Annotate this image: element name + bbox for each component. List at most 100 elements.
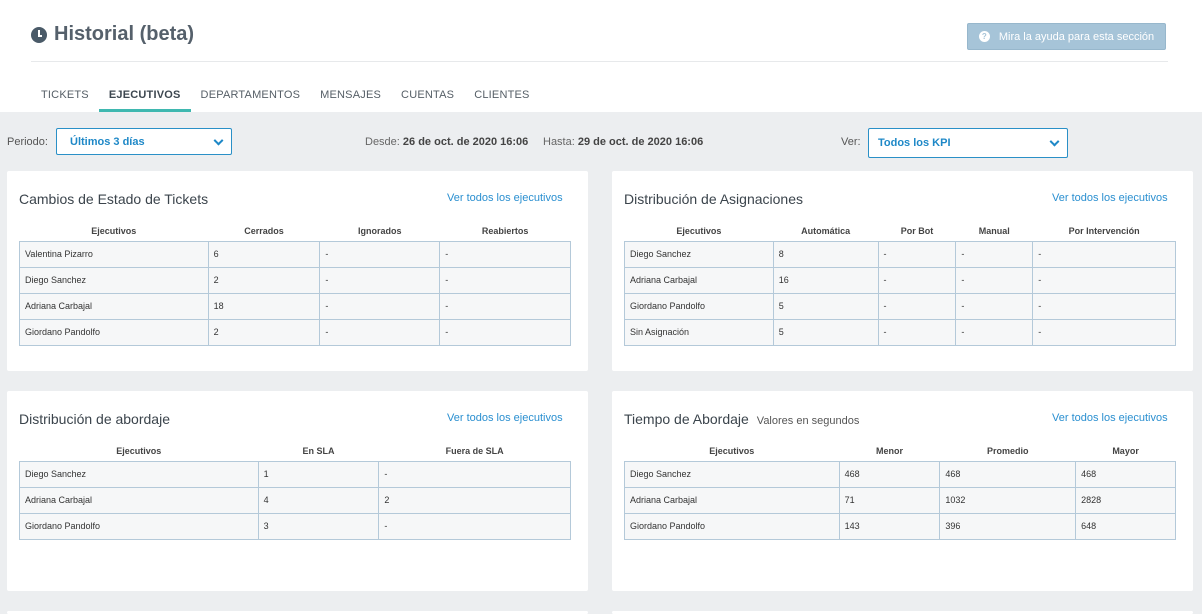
table-cell: Adriana Carbajal bbox=[624, 266, 774, 294]
table-cell: 3 bbox=[257, 512, 380, 540]
desde-label: Desde: bbox=[365, 136, 400, 148]
table-row: Diego Sanchez 1 - bbox=[19, 460, 571, 488]
column-header: Promedio bbox=[987, 445, 1029, 456]
tab-ejecutivos[interactable]: EJECUTIVOS bbox=[98, 82, 191, 112]
table-cell: Adriana Carbajal bbox=[624, 486, 840, 514]
header-divider bbox=[31, 61, 1168, 62]
table-cell: 2828 bbox=[1075, 486, 1176, 514]
table-cell: 16 bbox=[772, 266, 879, 294]
column-header: Ignorados bbox=[358, 225, 402, 236]
table-cell: 2 bbox=[207, 266, 321, 294]
periodo-select-value: Últimos 3 días bbox=[70, 135, 145, 148]
table-cell: - bbox=[955, 266, 1034, 294]
table-row: Adriana Carbajal 71 1032 2828 bbox=[624, 486, 1176, 514]
column-header: Reabiertos bbox=[481, 225, 529, 236]
card-title: Cambios de Estado de Tickets bbox=[19, 191, 209, 207]
table-cell: 71 bbox=[838, 486, 941, 514]
table-cell: 648 bbox=[1075, 512, 1176, 540]
column-header: Menor bbox=[875, 445, 903, 456]
table-row: Giordano Pandolfo 5 - - - bbox=[624, 292, 1176, 320]
kpi-select-value: Todos los KPI bbox=[878, 137, 951, 149]
table-cell: 5 bbox=[772, 292, 879, 320]
table-cell: - bbox=[319, 240, 441, 268]
table-cell: Sin Asignación bbox=[624, 318, 774, 346]
card-cambios-estado: Cambios de Estado de Tickets Ver todos l… bbox=[7, 171, 588, 371]
table-row: Adriana Carbajal 18 - - bbox=[19, 292, 571, 320]
desde-range: Desde: 26 de oct. de 2020 16:06 bbox=[365, 136, 528, 148]
abordaje-table: Ejecutivos En SLA Fuera de SLA Diego San… bbox=[19, 441, 571, 540]
table-cell: - bbox=[955, 318, 1034, 346]
tab-cuentas[interactable]: CUENTAS bbox=[391, 82, 464, 112]
tab-mensajes[interactable]: MENSAJES bbox=[310, 82, 391, 112]
column-header: Por Bot bbox=[900, 225, 934, 236]
table-row: Adriana Carbajal 16 - - - bbox=[624, 266, 1176, 294]
table-cell: Diego Sanchez bbox=[19, 266, 209, 294]
asignaciones-table: Ejecutivos Automática Por Bot Manual Por… bbox=[624, 221, 1176, 346]
table-row: Diego Sanchez 8 - - - bbox=[624, 240, 1176, 268]
chevron-down-icon bbox=[213, 135, 224, 146]
table-cell: - bbox=[319, 266, 441, 294]
table-cell: 143 bbox=[838, 512, 941, 540]
tab-bar: TICKETS EJECUTIVOS DEPARTAMENTOS MENSAJE… bbox=[31, 82, 540, 112]
table-row: Giordano Pandolfo 143 396 648 bbox=[624, 512, 1176, 540]
table-row: Valentina Pizarro 6 - - bbox=[19, 240, 571, 268]
table-row: Diego Sanchez 2 - - bbox=[19, 266, 571, 294]
card-title: Distribución de Asignaciones bbox=[624, 191, 803, 207]
help-button-label: Mira la ayuda para esta sección bbox=[998, 30, 1155, 43]
table-cell: Adriana Carbajal bbox=[19, 486, 259, 514]
column-header: Ejecutivos bbox=[91, 225, 137, 236]
table-cell: 468 bbox=[939, 460, 1077, 488]
tab-tickets[interactable]: TICKETS bbox=[31, 82, 99, 112]
card-title: Distribución de abordaje bbox=[19, 411, 170, 427]
table-cell: - bbox=[955, 292, 1034, 320]
table-cell: - bbox=[1032, 318, 1176, 346]
card-distribucion-asignaciones: Distribución de Asignaciones Ver todos l… bbox=[612, 171, 1193, 371]
column-header: En SLA bbox=[302, 445, 335, 456]
table-cell: - bbox=[378, 460, 571, 488]
estado-table: Ejecutivos Cerrados Ignorados Reabiertos… bbox=[19, 221, 571, 346]
column-header: Por Intervención bbox=[1068, 225, 1140, 236]
table-row: Sin Asignación 5 - - - bbox=[624, 318, 1176, 346]
periodo-select[interactable]: Últimos 3 días bbox=[56, 128, 232, 155]
table-cell: - bbox=[439, 240, 571, 268]
table-row: Giordano Pandolfo 3 - bbox=[19, 512, 571, 540]
kpi-select[interactable]: Todos los KPI bbox=[868, 128, 1068, 158]
ver-todos-link[interactable]: Ver todos los ejecutivos bbox=[447, 412, 563, 424]
table-cell: - bbox=[439, 318, 571, 346]
table-cell: Giordano Pandolfo bbox=[624, 512, 840, 540]
table-cell: Giordano Pandolfo bbox=[19, 318, 209, 346]
help-button[interactable]: ? Mira la ayuda para esta sección bbox=[967, 23, 1166, 50]
card-subtitle: Valores en segundos bbox=[756, 415, 860, 427]
table-cell: 4 bbox=[257, 486, 380, 514]
table-cell: - bbox=[439, 266, 571, 294]
table-cell: 8 bbox=[772, 240, 879, 268]
table-cell: 5 bbox=[772, 318, 879, 346]
column-header: Ejecutivos bbox=[116, 445, 162, 456]
table-cell: - bbox=[319, 318, 441, 346]
table-cell: 468 bbox=[838, 460, 941, 488]
table-cell: - bbox=[877, 240, 957, 268]
table-cell: 2 bbox=[207, 318, 321, 346]
tab-clientes[interactable]: CLIENTES bbox=[464, 82, 539, 112]
page-header: Historial (beta) ? Mira la ayuda para es… bbox=[0, 0, 1202, 112]
table-row: Diego Sanchez 468 468 468 bbox=[624, 460, 1176, 488]
table-cell: 2 bbox=[378, 486, 571, 514]
tab-departamentos[interactable]: DEPARTAMENTOS bbox=[191, 82, 311, 112]
ver-todos-link[interactable]: Ver todos los ejecutivos bbox=[1052, 192, 1168, 204]
desde-value: 26 de oct. de 2020 16:06 bbox=[402, 136, 529, 148]
ver-todos-link[interactable]: Ver todos los ejecutivos bbox=[1052, 412, 1168, 424]
table-cell: - bbox=[1032, 240, 1176, 268]
title-block: Historial (beta) bbox=[31, 23, 194, 46]
question-icon: ? bbox=[978, 31, 990, 42]
table-cell: 396 bbox=[939, 512, 1077, 540]
table-cell: 468 bbox=[1075, 460, 1176, 488]
card-title: Tiempo de Abordaje bbox=[624, 411, 749, 427]
periodo-label: Periodo: bbox=[7, 136, 48, 148]
chevron-down-icon bbox=[1049, 136, 1060, 147]
table-cell: - bbox=[955, 240, 1034, 268]
ver-todos-link[interactable]: Ver todos los ejecutivos bbox=[447, 192, 563, 204]
card-distribucion-abordaje: Distribución de abordaje Ver todos los e… bbox=[7, 391, 588, 591]
table-cell: - bbox=[1032, 292, 1176, 320]
hasta-value: 29 de oct. de 2020 16:06 bbox=[577, 136, 704, 148]
table-cell: - bbox=[1032, 266, 1176, 294]
